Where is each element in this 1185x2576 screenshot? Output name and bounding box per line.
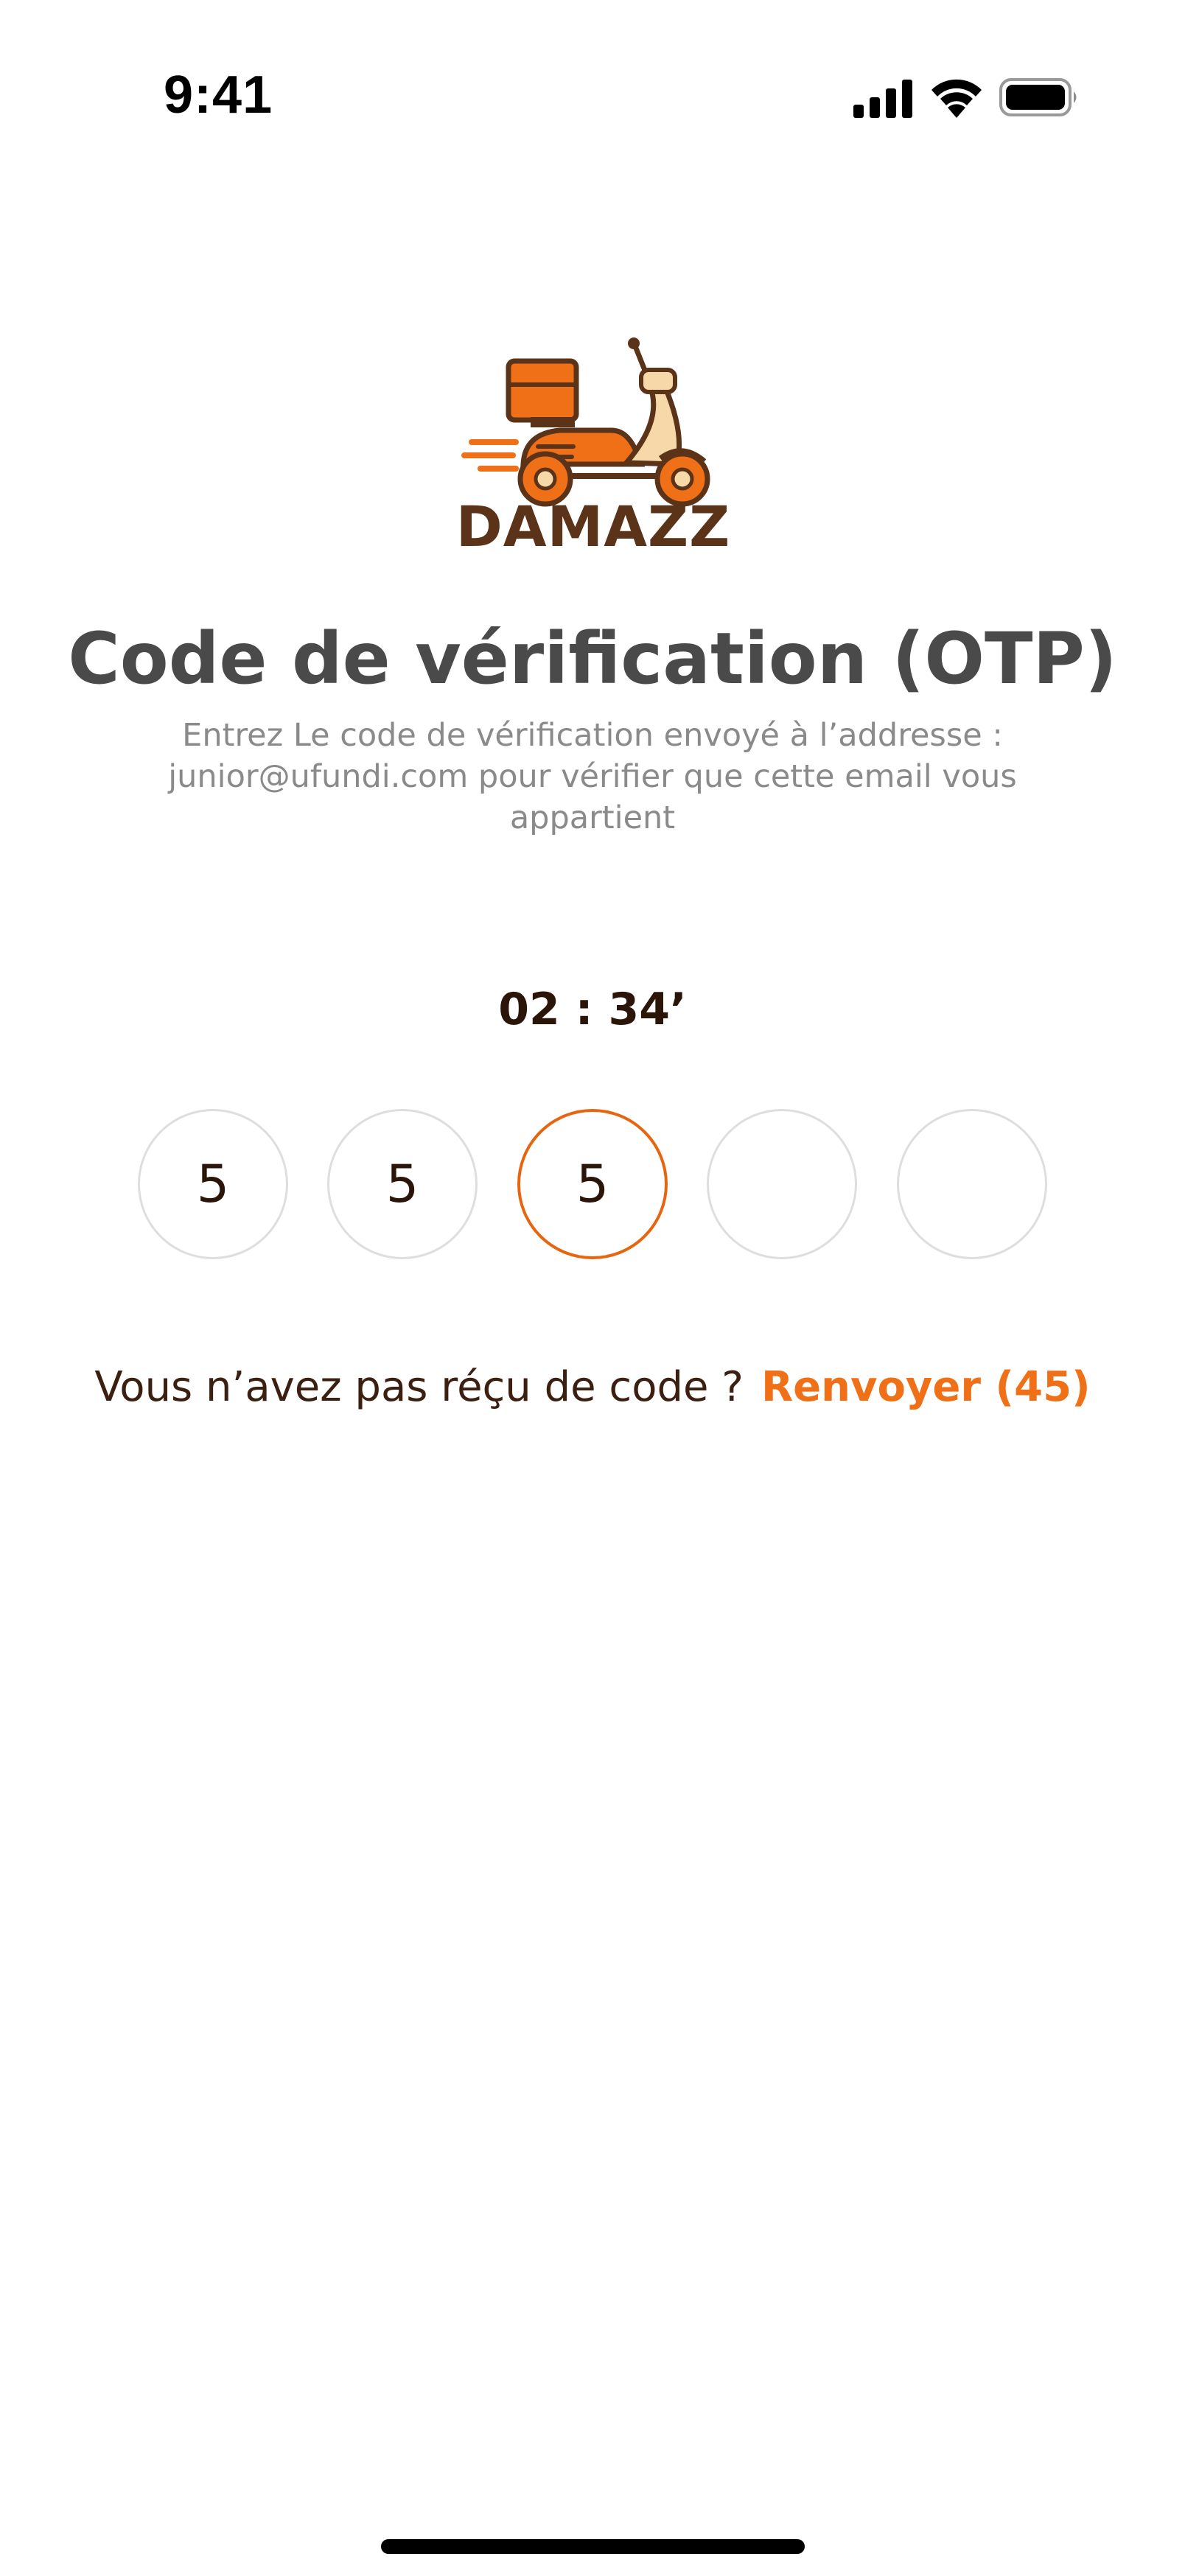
otp-digit-4[interactable] — [707, 1109, 857, 1259]
otp-digit-3[interactable]: 5 — [517, 1109, 668, 1259]
resend-row: Vous n’avez pas réçu de code ? Renvoyer (… — [0, 1363, 1185, 1411]
battery-icon — [999, 78, 1077, 116]
brand-logo: DAMAZZ — [442, 332, 744, 575]
home-indicator[interactable] — [381, 2539, 805, 2554]
otp-digit-2[interactable]: 5 — [327, 1109, 478, 1259]
wifi-icon — [931, 79, 982, 118]
brand-name: DAMAZZ — [455, 494, 731, 559]
status-bar: 9:41 — [0, 0, 1185, 192]
otp-input-group: 5 5 5 — [138, 1109, 1047, 1264]
verification-description: Entrez Le code de vérification envoyé à … — [168, 717, 1017, 836]
otp-digit-5[interactable] — [897, 1109, 1047, 1259]
status-time: 9:41 — [164, 66, 273, 125]
cellular-signal-icon — [853, 80, 912, 118]
resend-question: Vous n’avez pas réçu de code ? — [94, 1363, 744, 1411]
otp-digit-1[interactable]: 5 — [138, 1109, 288, 1259]
resend-code-link[interactable]: Renvoyer (45) — [761, 1363, 1091, 1411]
countdown-timer: 02 : 34’ — [498, 984, 687, 1035]
page-title: Code de vérification (OTP) — [68, 617, 1117, 700]
status-icons — [847, 71, 1083, 122]
